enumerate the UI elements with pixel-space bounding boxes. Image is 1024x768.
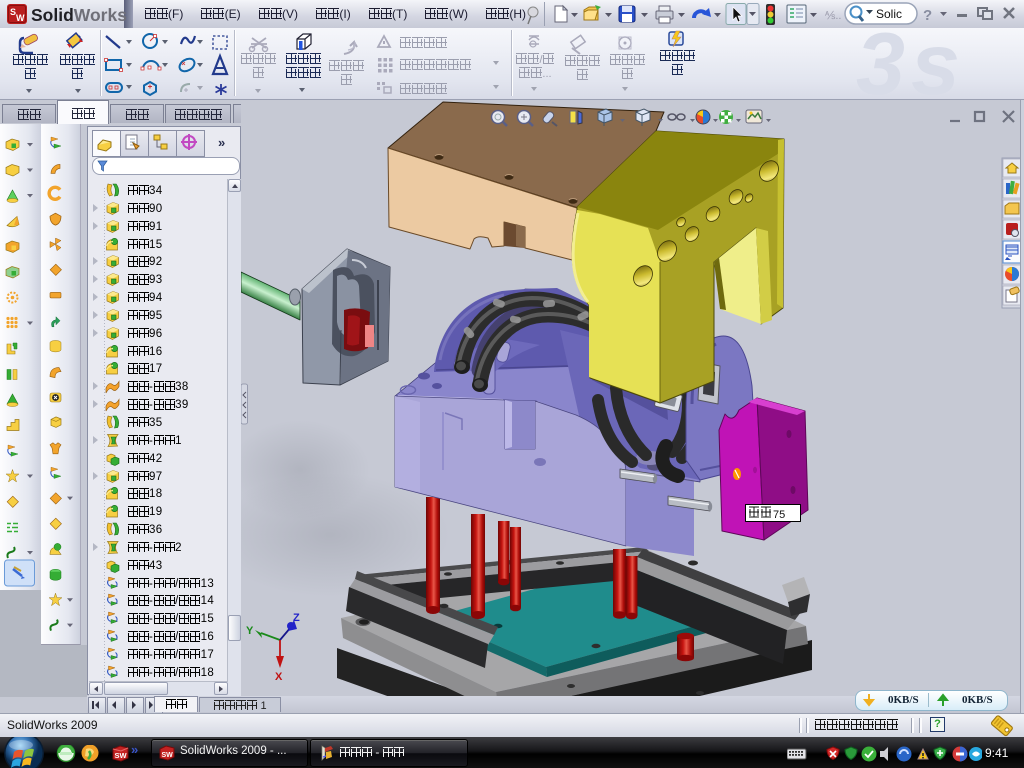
svg-text:SW: SW — [162, 752, 174, 759]
svg-text:75: 75 — [773, 509, 785, 521]
svg-text:Y: Y — [246, 625, 254, 637]
svg-text:Z: Z — [293, 612, 300, 624]
svg-text:SW: SW — [115, 751, 128, 760]
svg-text:X: X — [275, 671, 283, 683]
